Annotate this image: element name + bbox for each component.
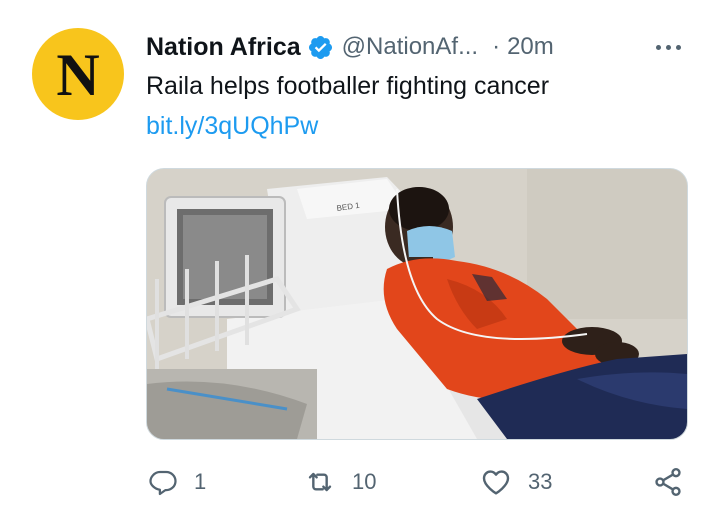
like-count: 33 xyxy=(528,469,553,494)
retweet-count: 10 xyxy=(352,469,377,494)
tweet-text: Raila helps footballer fighting cancer xyxy=(146,72,550,100)
header-separator: · xyxy=(492,33,501,60)
avatar[interactable]: N xyxy=(32,28,124,120)
share-button[interactable] xyxy=(652,462,684,502)
tweet-link[interactable]: bit.ly/3qUQhPw xyxy=(146,112,318,141)
avatar-logo-letter: N xyxy=(56,42,100,108)
verified-badge-icon xyxy=(308,35,332,59)
reply-icon xyxy=(149,470,177,496)
retweet-icon xyxy=(308,472,332,492)
more-dots-icon xyxy=(655,44,661,50)
retweet-button[interactable]: 10 xyxy=(304,462,376,502)
share-icon xyxy=(655,468,681,496)
hospital-bed-photo: BED 1 xyxy=(147,169,687,439)
tweet-card[interactable]: N Nation Africa @NationAf... · 20m Raila… xyxy=(0,0,720,516)
tweet-actions: 1 10 33 xyxy=(146,462,692,502)
tweet-media-photo[interactable]: BED 1 xyxy=(146,168,688,440)
timestamp[interactable]: 20m xyxy=(507,33,554,61)
user-handle[interactable]: @NationAf... xyxy=(342,33,478,61)
tweet-header: Nation Africa @NationAf... · 20m xyxy=(146,30,554,64)
reply-count: 1 xyxy=(194,469,207,494)
display-name[interactable]: Nation Africa xyxy=(146,33,301,62)
more-options-button[interactable] xyxy=(646,34,690,60)
reply-button[interactable]: 1 xyxy=(148,462,206,502)
heart-icon xyxy=(482,470,510,495)
like-button[interactable]: 33 xyxy=(480,462,552,502)
